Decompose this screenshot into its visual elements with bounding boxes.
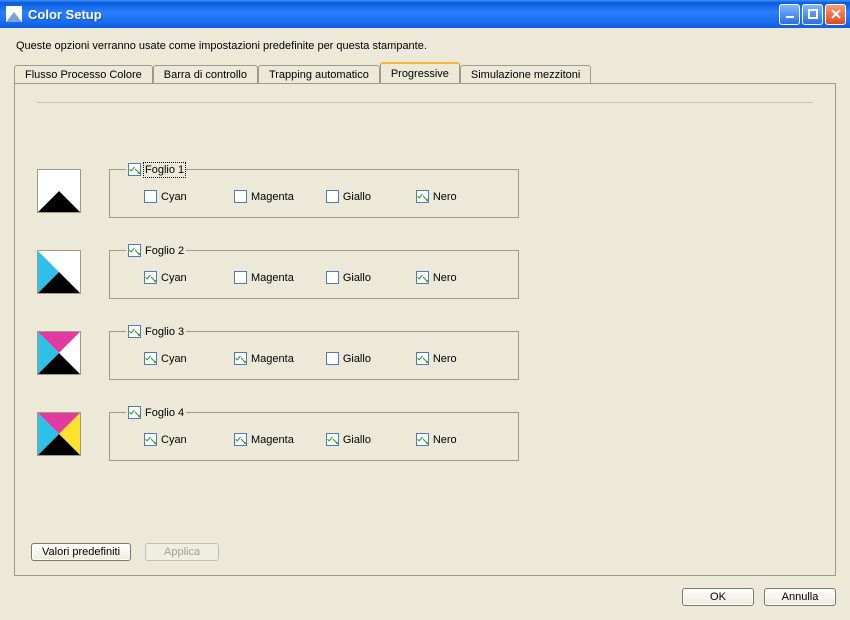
- sheet-fieldset-1: Foglio 1 Cyan Magenta Giallo Nero: [109, 163, 519, 218]
- sheet-icon-4: [37, 412, 81, 456]
- cancel-button[interactable]: Annulla: [764, 588, 836, 606]
- tab-panel-progressive: Foglio 1 Cyan Magenta Giallo Nero Foglio 2 Cya…: [14, 83, 836, 576]
- magenta-checkbox-3[interactable]: Magenta: [234, 352, 294, 365]
- yellow-checkbox-3[interactable]: Giallo: [326, 352, 384, 365]
- minimize-button[interactable]: [779, 4, 800, 25]
- yellow-checkbox-2[interactable]: Giallo: [326, 271, 384, 284]
- tab-simulazione-mezzitoni[interactable]: Simulazione mezzitoni: [460, 65, 591, 84]
- title-bar: Color Setup: [0, 0, 850, 28]
- sheet-fieldset-2: Foglio 2 Cyan Magenta Giallo Nero: [109, 244, 519, 299]
- cyan-checkbox-1[interactable]: Cyan: [144, 190, 202, 203]
- ok-button[interactable]: OK: [682, 588, 754, 606]
- sheet-icon-1: [37, 169, 81, 213]
- tab-progressive[interactable]: Progressive: [380, 62, 460, 83]
- sheet-icon-2: [37, 250, 81, 294]
- yellow-checkbox-1[interactable]: Giallo: [326, 190, 384, 203]
- black-checkbox-3[interactable]: Nero: [416, 352, 474, 365]
- sheet-row-1: Foglio 1 Cyan Magenta Giallo Nero: [37, 163, 813, 218]
- sheet-legend-4[interactable]: Foglio 4: [126, 406, 186, 419]
- magenta-checkbox-1[interactable]: Magenta: [234, 190, 294, 203]
- sheet-fieldset-3: Foglio 3 Cyan Magenta Giallo Nero: [109, 325, 519, 380]
- magenta-checkbox-4[interactable]: Magenta: [234, 433, 294, 446]
- window-title: Color Setup: [28, 7, 102, 22]
- sheet-legend-3[interactable]: Foglio 3: [126, 325, 186, 338]
- sheet-row-2: Foglio 2 Cyan Magenta Giallo Nero: [37, 244, 813, 299]
- tab-flusso-processo-colore[interactable]: Flusso Processo Colore: [14, 65, 153, 84]
- sheet-fieldset-4: Foglio 4 Cyan Magenta Giallo Nero: [109, 406, 519, 461]
- tab-trapping-automatico[interactable]: Trapping automatico: [258, 65, 380, 84]
- app-icon: [6, 6, 22, 22]
- maximize-button[interactable]: [802, 4, 823, 25]
- sheet-legend-1[interactable]: Foglio 1: [126, 163, 186, 176]
- description-text: Queste opzioni verranno usate come impos…: [16, 40, 834, 52]
- cyan-checkbox-4[interactable]: Cyan: [144, 433, 202, 446]
- sheet-legend-2[interactable]: Foglio 2: [126, 244, 186, 257]
- cyan-checkbox-3[interactable]: Cyan: [144, 352, 202, 365]
- yellow-checkbox-4[interactable]: Giallo: [326, 433, 384, 446]
- tab-barra-di-controllo[interactable]: Barra di controllo: [153, 65, 258, 84]
- defaults-button[interactable]: Valori predefiniti: [31, 543, 131, 561]
- tab-strip: Flusso Processo ColoreBarra di controllo…: [14, 62, 836, 83]
- magenta-checkbox-2[interactable]: Magenta: [234, 271, 294, 284]
- black-checkbox-2[interactable]: Nero: [416, 271, 474, 284]
- sheet-row-3: Foglio 3 Cyan Magenta Giallo Nero: [37, 325, 813, 380]
- black-checkbox-4[interactable]: Nero: [416, 433, 474, 446]
- sheet-icon-3: [37, 331, 81, 375]
- cyan-checkbox-2[interactable]: Cyan: [144, 271, 202, 284]
- apply-button: Applica: [145, 543, 219, 561]
- close-button[interactable]: [825, 4, 846, 25]
- black-checkbox-1[interactable]: Nero: [416, 190, 474, 203]
- sheet-row-4: Foglio 4 Cyan Magenta Giallo Nero: [37, 406, 813, 461]
